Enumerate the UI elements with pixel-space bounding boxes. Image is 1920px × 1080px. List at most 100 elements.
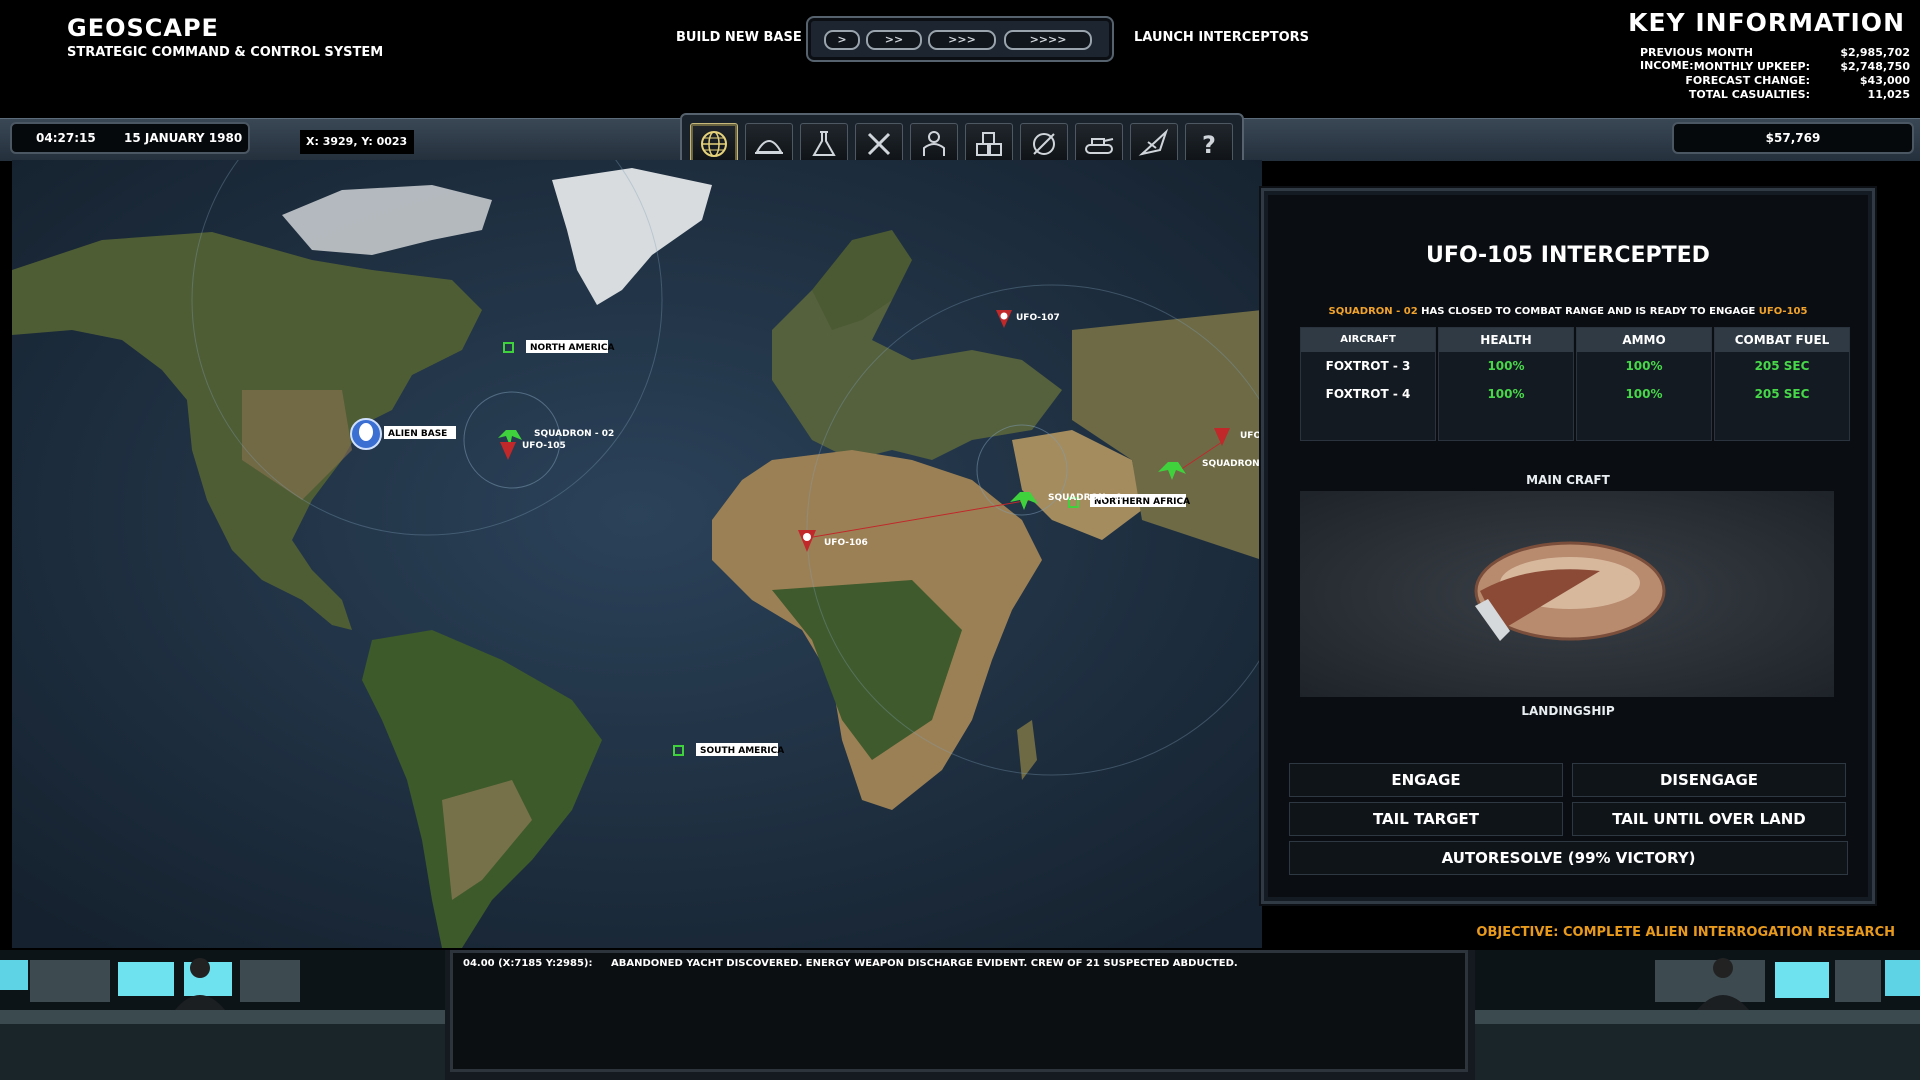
console-base (0, 1024, 445, 1080)
game-time: 04:27:15 (36, 131, 96, 145)
geoscape-map[interactable]: NORTH AMERICA SOUTH AMERICA NORTHERN AFR… (12, 160, 1262, 948)
ufo-106-skull-icon (803, 533, 811, 541)
casualties-row: TOTAL CASUALTIES: 11,025 (1640, 88, 1910, 102)
monitor-screen (1775, 962, 1829, 998)
forecast-value: $43,000 (1859, 74, 1910, 87)
casualties-label: TOTAL CASUALTIES: (1688, 88, 1810, 101)
interception-message: SQUADRON - 02 HAS CLOSED TO COMBAT RANGE… (1264, 306, 1872, 317)
soldier-icon (923, 131, 945, 156)
region-label-north-america: NORTH AMERICA (530, 343, 614, 353)
ufo-106-label: UFO-106 (824, 538, 868, 548)
upkeep-row: MONTHLY UPKEEP: $2,748,750 (1640, 60, 1910, 74)
disengage-button[interactable]: DISENGAGE (1572, 763, 1846, 797)
console-base (1475, 1024, 1920, 1080)
console-panel (1835, 960, 1881, 1002)
income-value: $2,985,702 (1840, 46, 1910, 59)
stores-tab[interactable] (965, 123, 1013, 165)
operator-head (190, 958, 210, 978)
main-craft-label: MAIN CRAFT (1526, 473, 1610, 487)
ufo-class-name: LANDINGSHIP (1521, 704, 1615, 718)
aircraft-health: 100% (1487, 387, 1525, 401)
help-tab[interactable]: ? (1185, 123, 1233, 165)
screen-subtitle: STRATEGIC COMMAND & CONTROL SYSTEM (67, 45, 384, 60)
forecast-label: FORECAST CHANGE: (1685, 74, 1810, 87)
forecast-row: FORECAST CHANGE: $43,000 (1640, 74, 1910, 88)
aircraft-header: AIRCRAFT (1301, 328, 1435, 352)
region-label-south-america: SOUTH AMERICA (700, 746, 784, 756)
top-bar: GEOSCAPE STRATEGIC COMMAND & CONTROL SYS… (0, 0, 1920, 120)
message-text: HAS CLOSED TO COMBAT RANGE AND IS READY … (1421, 306, 1756, 317)
ufo-105-label: UFO-105 (522, 441, 566, 451)
base-tab[interactable] (745, 123, 793, 165)
help-icon: ? (1202, 131, 1216, 159)
tail-until-over-land-button[interactable]: TAIL UNTIL OVER LAND (1572, 802, 1846, 836)
ufo-107-label: UFO-107 (1016, 313, 1060, 323)
alien-base-label: ALIEN BASE (388, 429, 447, 439)
svg-text:?: ? (1202, 131, 1216, 159)
monitor-screen (1885, 960, 1920, 996)
flask-icon (812, 131, 836, 156)
console-desk (0, 1010, 445, 1024)
current-objective: OBJECTIVE: COMPLETE ALIEN INTERROGATION … (1476, 925, 1895, 940)
hangar-tab[interactable] (1130, 123, 1178, 165)
health-column: HEALTH 100% 100% (1438, 327, 1574, 441)
console-desk (1475, 1010, 1920, 1024)
ufo-east-label: UFO (1240, 431, 1261, 441)
squadron-africa-label: SQUADRON - 0 (1048, 493, 1122, 503)
tail-target-button[interactable]: TAIL TARGET (1289, 802, 1563, 836)
message-squadron: SQUADRON - 02 (1328, 306, 1418, 317)
log-message: ABANDONED YACHT DISCOVERED. ENERGY WEAPO… (611, 958, 1238, 969)
engage-button[interactable]: ENGAGE (1289, 763, 1563, 797)
console-panel (30, 960, 110, 1002)
tank-icon (1085, 138, 1114, 154)
command-room-left (0, 950, 445, 1080)
jet-icon (1138, 128, 1169, 156)
geoscape-tab[interactable] (690, 123, 738, 165)
landingship-image (1474, 541, 1666, 641)
speed-3-button[interactable]: >>> (928, 30, 996, 50)
alien-head-icon (359, 423, 373, 441)
research-tab[interactable] (800, 123, 848, 165)
operator-station-left (0, 950, 445, 1080)
fuel-header: COMBAT FUEL (1715, 328, 1849, 352)
aircraft-ammo: 100% (1625, 359, 1663, 373)
speed-4-button[interactable]: >>>> (1004, 30, 1092, 50)
ufo-107-skull-icon (1000, 312, 1008, 320)
aircraft-column: AIRCRAFT FOXTROT - 3 FOXTROT - 4 (1300, 327, 1436, 441)
event-log[interactable]: 04.00 (X:7185 Y:2985): ABANDONED YACHT D… (450, 950, 1468, 1072)
ammo-column: AMMO 100% 100% (1576, 327, 1712, 441)
casualties-value: 11,025 (1867, 88, 1910, 101)
screen-title: GEOSCAPE (67, 14, 219, 42)
aircraft-name[interactable]: FOXTROT - 3 (1301, 352, 1435, 380)
soldiers-tab[interactable] (910, 123, 958, 165)
crates-icon (976, 132, 1002, 156)
key-information-table: PREVIOUS MONTH INCOME: $2,985,702 MONTHLY… (1640, 46, 1910, 102)
squadron-02-label: SQUADRON - 02 (534, 429, 614, 439)
aircraft-health: 100% (1487, 359, 1525, 373)
build-new-base-button[interactable]: BUILD NEW BASE (676, 30, 802, 45)
interrogation-tab[interactable] (1020, 123, 1068, 165)
fuel-column: COMBAT FUEL 205 SEC 205 SEC (1714, 327, 1850, 441)
launch-interceptors-button[interactable]: LAUNCH INTERCEPTORS (1134, 30, 1309, 45)
autoresolve-button[interactable]: AUTORESOLVE (99% VICTORY) (1289, 841, 1848, 875)
monitor-screen (0, 960, 28, 990)
command-room-right (1475, 950, 1920, 1080)
satellite-icon (1033, 133, 1055, 155)
tools-icon (867, 132, 891, 156)
clock-display: 04:27:15 15 JANUARY 1980 (10, 122, 250, 154)
engineering-tab[interactable] (855, 123, 903, 165)
world-map: NORTH AMERICA SOUTH AMERICA NORTHERN AFR… (12, 160, 1262, 948)
aircraft-name[interactable]: FOXTROT - 4 (1301, 380, 1435, 408)
interception-title: UFO-105 INTERCEPTED (1426, 243, 1710, 268)
aircraft-fuel: 205 SEC (1754, 359, 1810, 373)
console-panel (240, 960, 300, 1002)
upkeep-label: MONTHLY UPKEEP: (1693, 60, 1810, 73)
dome-icon (755, 140, 783, 154)
speed-1-button[interactable]: > (824, 30, 860, 50)
monitor-screen (118, 962, 174, 996)
vehicles-tab[interactable] (1075, 123, 1123, 165)
speed-2-button[interactable]: >> (866, 30, 922, 50)
ufo-craft-viewport (1300, 491, 1834, 697)
operator-station-right (1475, 950, 1920, 1080)
log-timestamp: 04.00 (X:7185 Y:2985): (463, 958, 593, 969)
